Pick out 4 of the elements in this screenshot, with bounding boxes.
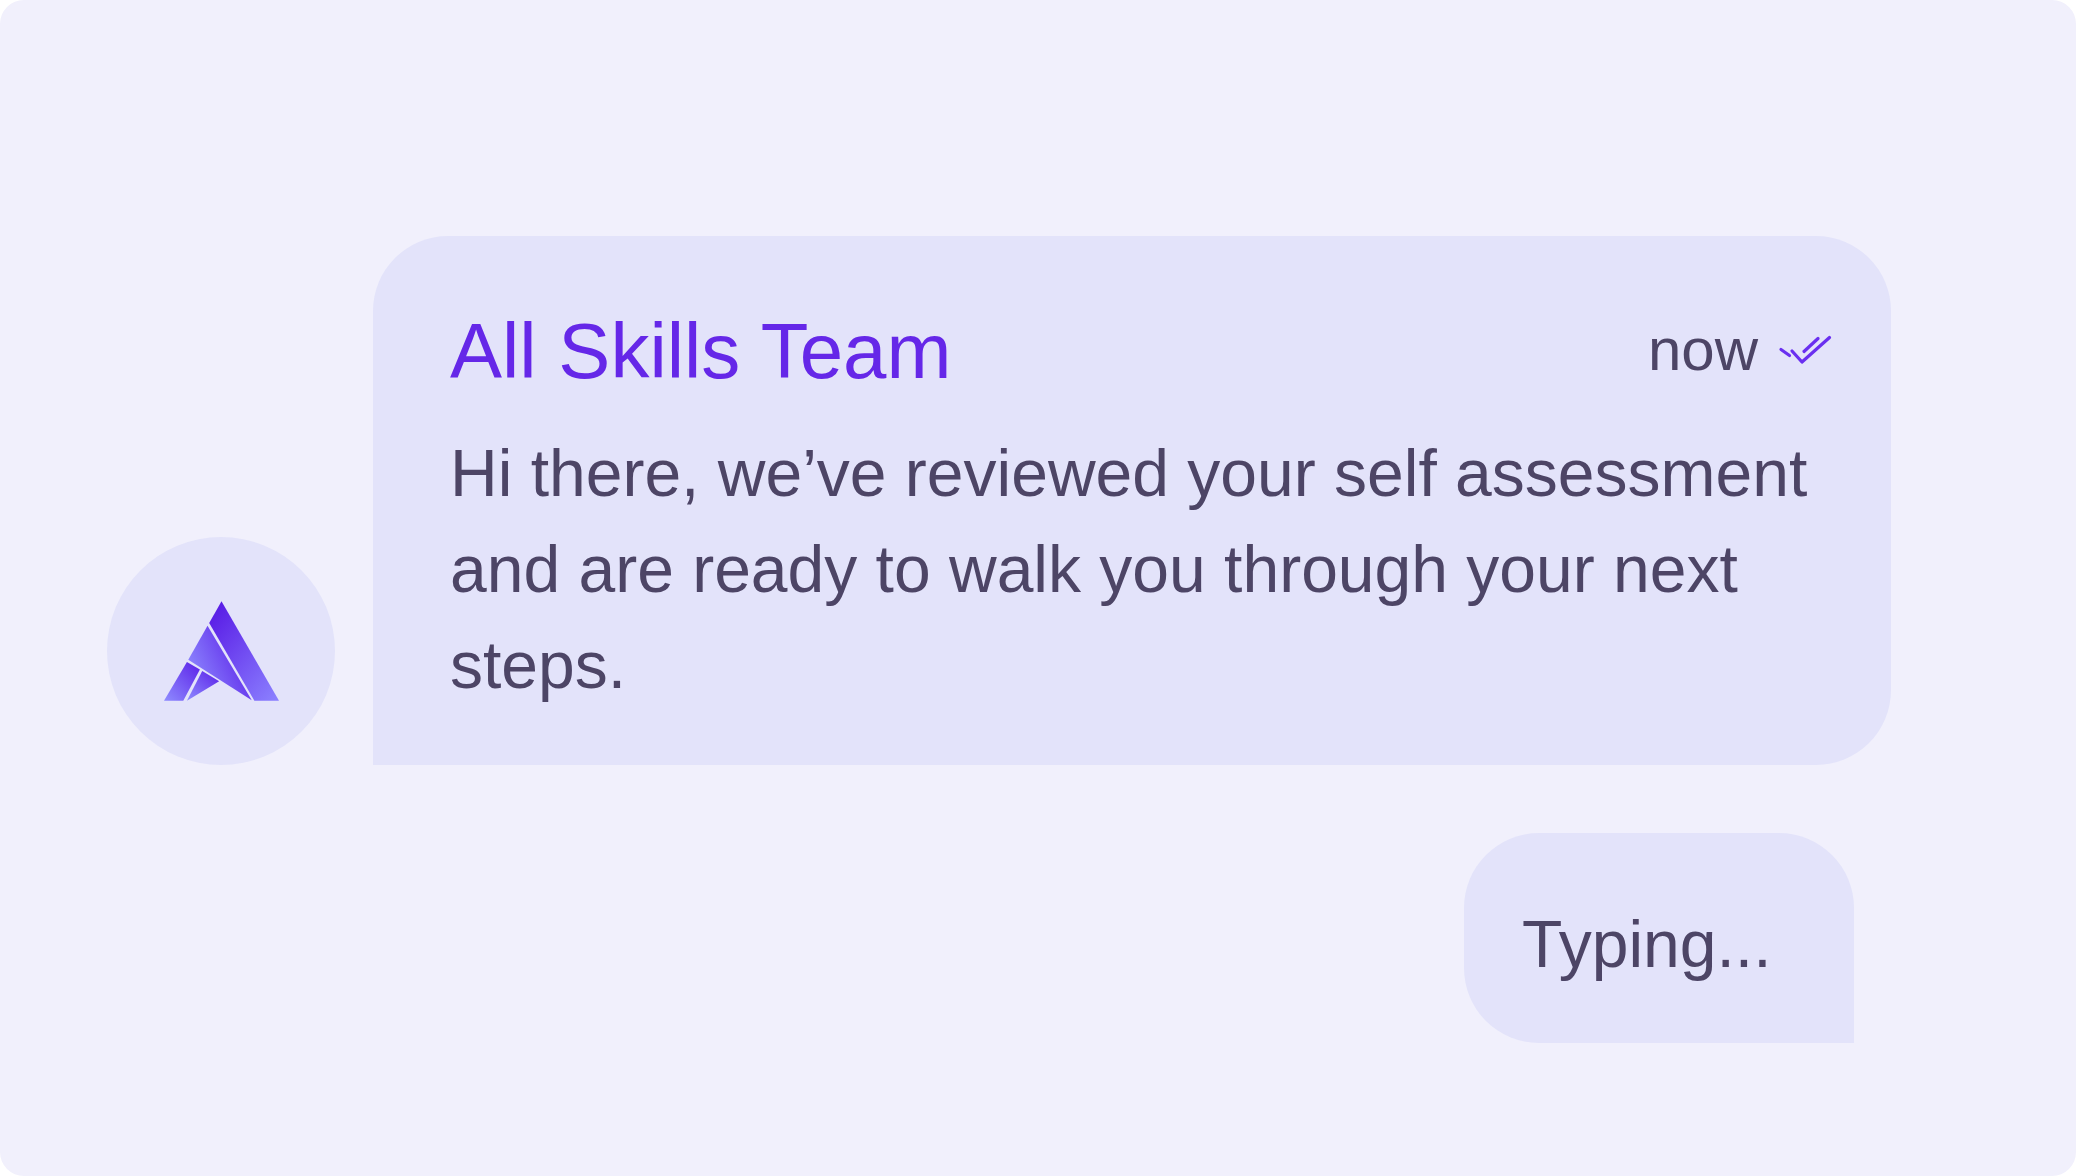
sender-name: All Skills Team bbox=[450, 312, 952, 390]
typing-text: Typing... bbox=[1522, 906, 1773, 983]
message-text: Hi there, we’ve reviewed your self assessment and are ready to walk you through your next steps. bbox=[450, 435, 1809, 704]
message-time: now bbox=[1647, 320, 1758, 380]
